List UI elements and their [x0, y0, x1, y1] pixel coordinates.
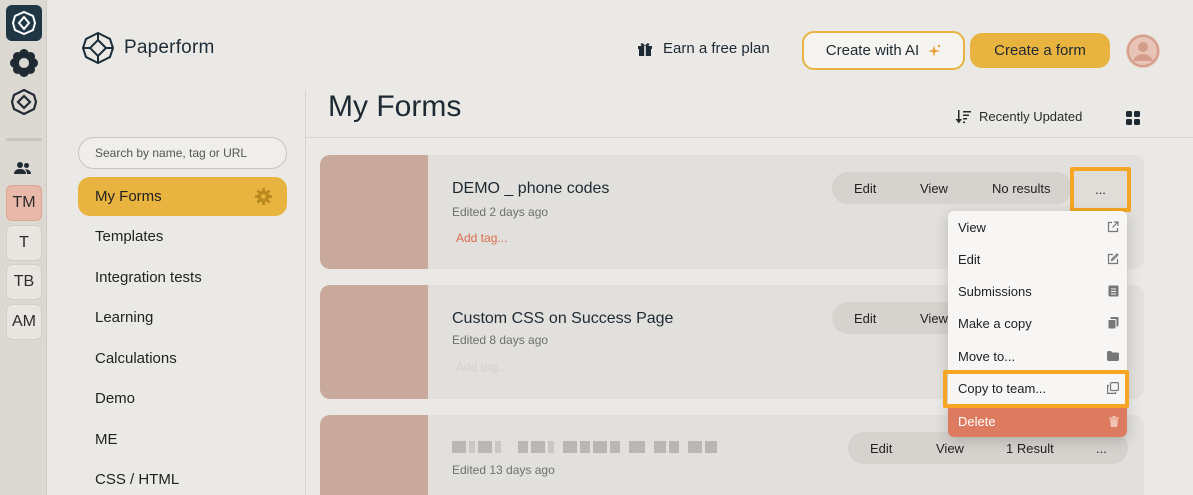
- form-actions: Edit View No results: [832, 172, 1072, 204]
- title-divider: [305, 137, 1193, 138]
- results-button[interactable]: 1 Result: [1006, 441, 1054, 456]
- menu-item-label: Delete: [958, 413, 996, 429]
- menu-item-delete[interactable]: Delete: [948, 405, 1127, 437]
- team-am[interactable]: AM: [6, 304, 42, 340]
- sidebar-item-css-html[interactable]: CSS / HTML: [78, 460, 287, 495]
- sidebar-item-learning[interactable]: Learning: [78, 298, 287, 337]
- sidebar-item-label: My Forms: [95, 188, 162, 205]
- search-input[interactable]: Search by name, tag or URL: [78, 137, 287, 169]
- page-title: My Forms: [328, 90, 462, 123]
- external-link-icon: [1107, 221, 1119, 233]
- sidebar-item-me[interactable]: ME: [78, 420, 287, 459]
- workspace-switch-2[interactable]: [6, 45, 42, 81]
- earn-free-plan-label: Earn a free plan: [663, 40, 770, 57]
- sidebar-item-calculations[interactable]: Calculations: [78, 339, 287, 378]
- copy-to-team-highlight: [943, 370, 1129, 408]
- team-tb[interactable]: TB: [6, 264, 42, 300]
- view-button[interactable]: View: [920, 311, 948, 326]
- paperform-logo-icon: [11, 10, 37, 36]
- sort-descending-icon: [955, 109, 971, 123]
- paperform-logo-icon: [81, 31, 115, 65]
- menu-item-label: View: [958, 219, 986, 235]
- earn-free-plan-link[interactable]: Earn a free plan: [637, 40, 770, 57]
- form-thumbnail: [320, 155, 428, 269]
- sidebar-item-templates[interactable]: Templates: [78, 217, 287, 256]
- gift-icon: [638, 42, 652, 56]
- sort-dropdown[interactable]: Recently Updated: [955, 109, 1082, 124]
- form-edited-time: Edited 8 days ago: [452, 333, 549, 347]
- grid-view-icon[interactable]: [1126, 111, 1140, 130]
- view-button[interactable]: View: [936, 441, 964, 456]
- menu-item-label: Submissions: [958, 283, 1032, 299]
- create-with-ai-label: Create with AI: [825, 42, 920, 59]
- copy-icon: [1108, 317, 1119, 329]
- more-options-button[interactable]: ...: [1096, 441, 1107, 456]
- form-title[interactable]: Custom CSS on Success Page: [452, 310, 673, 328]
- gear-icon[interactable]: [254, 187, 273, 210]
- form-edited-time: Edited 13 days ago: [452, 463, 555, 477]
- app-logo[interactable]: Paperform: [81, 31, 215, 65]
- form-title-redacted: [452, 441, 717, 453]
- menu-item-submissions[interactable]: Submissions: [948, 275, 1127, 307]
- more-options-button[interactable]: ...: [1070, 167, 1131, 212]
- workspace-rail: TM T TB AM: [0, 0, 47, 495]
- results-button[interactable]: No results: [992, 181, 1051, 196]
- sidebar-item-my-forms[interactable]: My Forms: [78, 177, 287, 216]
- list-document-icon: [1108, 285, 1119, 297]
- edit-button[interactable]: Edit: [870, 441, 892, 456]
- team-tm[interactable]: TM: [6, 185, 42, 221]
- edit-button[interactable]: Edit: [854, 181, 876, 196]
- edit-button[interactable]: Edit: [854, 311, 876, 326]
- pencil-square-icon: [1107, 253, 1119, 265]
- view-button[interactable]: View: [920, 181, 948, 196]
- sidebar-item-integration-tests[interactable]: Integration tests: [78, 258, 287, 297]
- user-avatar[interactable]: [1125, 33, 1161, 69]
- menu-item-make-copy[interactable]: Make a copy: [948, 307, 1127, 339]
- create-with-ai-button[interactable]: Create with AI: [802, 31, 965, 70]
- menu-item-view[interactable]: View: [948, 211, 1127, 243]
- form-thumbnail: [320, 415, 428, 495]
- people-icon: [14, 161, 32, 180]
- add-tag-input[interactable]: Add tag...: [452, 354, 592, 380]
- folder-icon: [1107, 351, 1119, 361]
- workspace-switch-paperform[interactable]: [6, 5, 42, 41]
- trash-icon: [1109, 415, 1119, 427]
- content-divider: [305, 90, 306, 495]
- rail-divider: [6, 138, 42, 141]
- create-form-button[interactable]: Create a form: [970, 33, 1110, 68]
- form-title[interactable]: DEMO _ phone codes: [452, 180, 609, 198]
- form-thumbnail: [320, 285, 428, 399]
- add-tag-input[interactable]: Add tag...: [452, 225, 592, 251]
- menu-item-label: Edit: [958, 251, 981, 267]
- user-avatar-icon: [1126, 34, 1160, 68]
- menu-item-move-to[interactable]: Move to...: [948, 340, 1127, 372]
- app-name: Paperform: [124, 37, 215, 58]
- form-edited-time: Edited 2 days ago: [452, 205, 549, 219]
- sidebar-item-demo[interactable]: Demo: [78, 379, 287, 418]
- workspace-switch-3[interactable]: [6, 84, 42, 120]
- menu-item-edit[interactable]: Edit: [948, 243, 1127, 275]
- menu-item-label: Make a copy: [958, 315, 1032, 331]
- sparkle-icon: [928, 44, 941, 57]
- sort-label: Recently Updated: [979, 109, 1083, 124]
- flower-logo-icon: [10, 49, 38, 77]
- team-t[interactable]: T: [6, 225, 42, 261]
- menu-item-label: Move to...: [958, 348, 1016, 364]
- paperform-outline-icon: [10, 88, 38, 116]
